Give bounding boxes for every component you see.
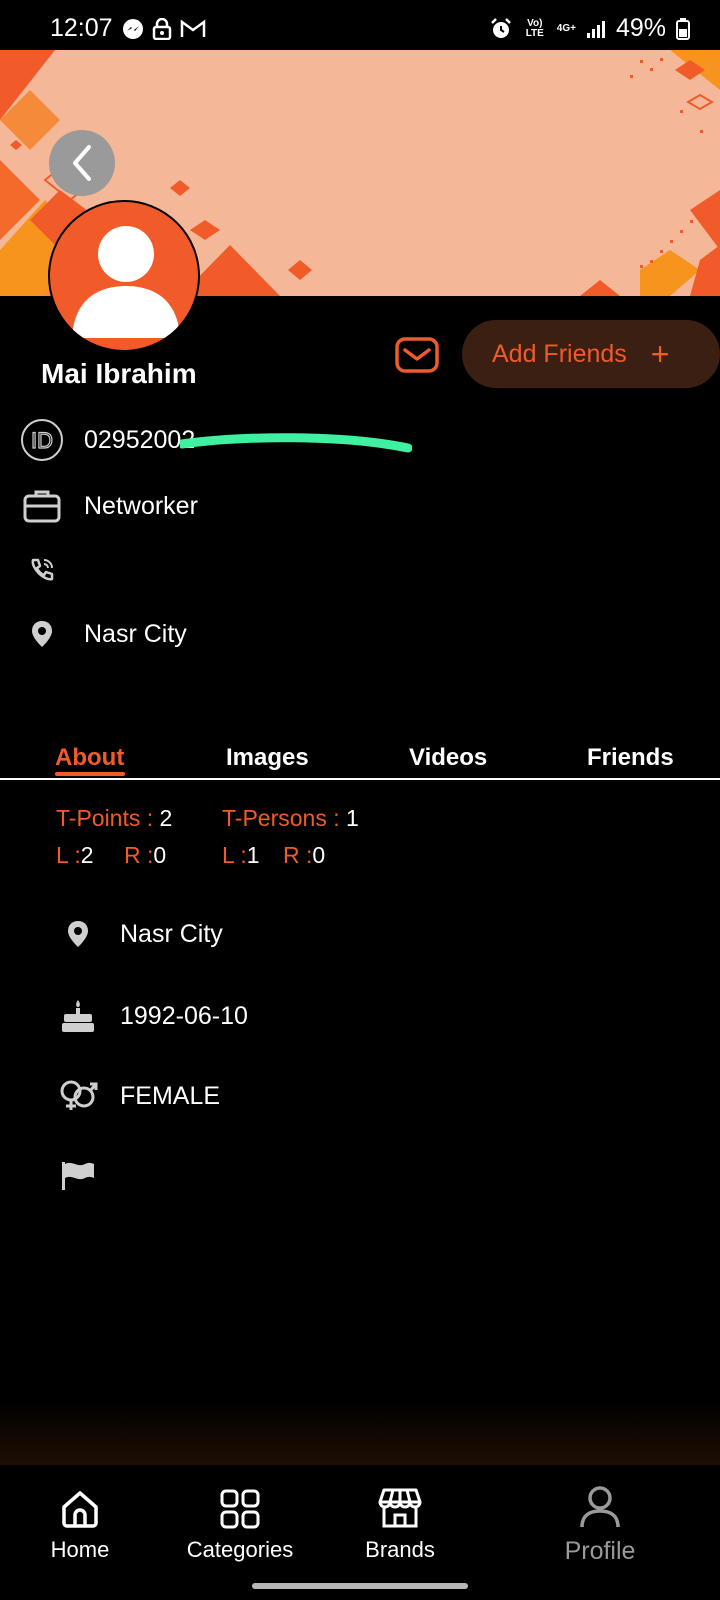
points-left-stat: L :2 xyxy=(56,842,94,869)
cake-icon xyxy=(58,996,98,1036)
tab-about[interactable]: About xyxy=(55,744,124,772)
location-pin-icon xyxy=(58,914,98,954)
gender-icon xyxy=(58,1076,98,1116)
persons-left-label: L : xyxy=(222,842,247,868)
plus-icon: + xyxy=(650,336,670,372)
tab-friends[interactable]: Friends xyxy=(587,744,674,772)
status-time: 12:07 xyxy=(50,14,113,42)
gender-row: FEMALE xyxy=(58,1076,220,1116)
person-icon xyxy=(578,1483,622,1529)
back-button[interactable] xyxy=(49,130,115,196)
birthdate-row: 1992-06-10 xyxy=(58,996,248,1036)
t-persons-value: 1 xyxy=(346,805,359,831)
battery-percentage: 49% xyxy=(615,14,666,42)
nav-brands[interactable]: Brands xyxy=(330,1483,470,1563)
t-persons-label: T-Persons : xyxy=(222,805,340,831)
add-friends-label: Add Friends xyxy=(492,339,627,368)
id-icon: ID xyxy=(20,418,64,462)
bottom-fade xyxy=(0,1400,720,1465)
nav-brands-label: Brands xyxy=(365,1537,435,1562)
t-points-stat: T-Points : 2 xyxy=(56,805,172,832)
status-bar: 12:07 Vo) LTE 4G+ 49% xyxy=(0,0,720,50)
t-persons-stat: T-Persons : 1 xyxy=(222,805,359,832)
user-id-value: 02952002 xyxy=(84,425,196,454)
location-pin-icon xyxy=(20,612,64,656)
job-row: Networker xyxy=(20,484,198,528)
avatar[interactable] xyxy=(48,200,200,352)
signal-icon xyxy=(586,20,605,38)
gmail-icon xyxy=(180,19,206,37)
gender-value: FEMALE xyxy=(120,1081,221,1110)
lock-icon xyxy=(152,18,172,40)
svg-text:ID: ID xyxy=(31,428,53,453)
volte-indicator: Vo) LTE xyxy=(525,17,544,39)
chevron-left-icon xyxy=(73,145,91,181)
persons-right-label: R : xyxy=(283,842,313,868)
points-right-stat: R :0 xyxy=(124,842,166,869)
persons-right-stat: R :0 xyxy=(283,842,325,869)
persons-left-stat: L :1 xyxy=(222,842,260,869)
location-value: Nasr City xyxy=(84,619,187,648)
nav-categories[interactable]: Categories xyxy=(170,1483,310,1563)
message-button[interactable] xyxy=(394,336,440,374)
points-left-label: L : xyxy=(56,842,81,868)
nav-home[interactable]: Home xyxy=(10,1483,150,1563)
points-left-value: 2 xyxy=(80,842,94,868)
nav-categories-label: Categories xyxy=(186,1537,294,1562)
briefcase-icon xyxy=(20,484,64,528)
persons-right-value: 0 xyxy=(312,842,326,868)
user-id-row: ID 02952002 xyxy=(20,418,195,462)
tab-videos[interactable]: Videos xyxy=(409,744,487,772)
phone-row xyxy=(20,548,84,592)
t-points-label: T-Points : xyxy=(56,805,154,831)
about-location-row: Nasr City xyxy=(58,914,223,954)
redaction-scribble xyxy=(180,433,412,453)
location-row: Nasr City xyxy=(20,612,187,656)
add-friends-button[interactable]: Add Friends + xyxy=(462,320,720,388)
flag-icon xyxy=(58,1156,98,1196)
tab-images[interactable]: Images xyxy=(226,744,309,772)
network-indicator: 4G+ xyxy=(556,22,576,34)
about-location-value: Nasr City xyxy=(120,919,223,948)
home-gesture-bar[interactable] xyxy=(252,1583,468,1589)
points-right-value: 0 xyxy=(153,842,167,868)
battery-icon xyxy=(676,17,690,40)
active-tab-indicator xyxy=(55,772,125,776)
bottom-navigation: Home Categories Brands Profile xyxy=(0,1465,720,1600)
nav-profile-label: Profile xyxy=(564,1537,636,1565)
phone-icon xyxy=(20,548,64,592)
points-right-label: R : xyxy=(124,842,154,868)
home-icon xyxy=(60,1483,100,1529)
job-value: Networker xyxy=(84,491,198,520)
store-icon xyxy=(378,1483,422,1529)
status-notification-icons xyxy=(122,18,206,40)
profile-tabs: About Images Videos Friends xyxy=(0,740,720,780)
alarm-icon xyxy=(490,17,511,38)
messenger-icon xyxy=(123,19,143,39)
country-row xyxy=(58,1156,120,1196)
mail-icon xyxy=(395,337,439,373)
profile-name: Mai Ibrahim xyxy=(41,358,197,389)
persons-left-value: 1 xyxy=(246,842,260,868)
grid-icon xyxy=(220,1483,260,1529)
birthdate-value: 1992-06-10 xyxy=(120,1001,248,1030)
nav-profile[interactable]: Profile xyxy=(530,1483,670,1566)
user-placeholder-icon xyxy=(72,226,180,338)
status-right-group: Vo) LTE 4G+ 49% xyxy=(489,14,690,43)
t-points-value: 2 xyxy=(159,805,173,831)
nav-home-label: Home xyxy=(50,1537,110,1562)
